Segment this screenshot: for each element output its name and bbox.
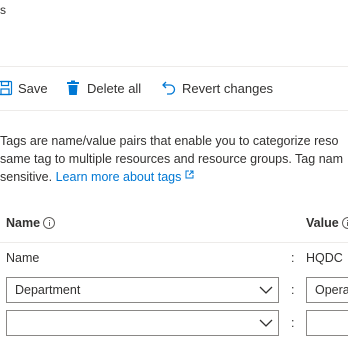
save-label: Save [18, 80, 48, 96]
tag-value-text: HQDC [306, 251, 343, 265]
chevron-down-icon [254, 311, 278, 335]
chevron-down-icon [254, 278, 278, 302]
tag-name-text: Name [6, 251, 40, 265]
tag-value-text: Opera [315, 283, 348, 297]
delete-all-label: Delete all [87, 80, 142, 96]
description-line: sensitive. [0, 170, 56, 184]
tag-name-value: Department [15, 283, 81, 297]
tag-separator: : [291, 251, 295, 265]
revert-changes-label: Revert changes [182, 80, 274, 96]
info-icon[interactable] [43, 217, 56, 229]
header-row-divider [0, 242, 348, 243]
description-line: same tag to multiple resources and resou… [0, 152, 344, 166]
delete-all-button[interactable]: Delete all [66, 80, 141, 96]
tag-value-input[interactable]: Opera [306, 277, 348, 303]
tag-separator: : [291, 316, 295, 330]
name-header-label: Name [6, 216, 41, 230]
save-icon [0, 80, 13, 96]
value-column-header: Value [306, 216, 348, 230]
tag-name-dropdown[interactable]: Department [6, 277, 279, 303]
tag-value-input[interactable] [306, 310, 348, 336]
undo-icon [162, 81, 176, 95]
value-header-label: Value [306, 216, 339, 230]
save-button[interactable]: Save [0, 80, 48, 96]
tag-separator: : [291, 283, 295, 297]
description-line: Tags are name/value pairs that enable yo… [0, 134, 339, 148]
external-link-icon [185, 170, 194, 179]
header-divider [0, 66, 348, 67]
learn-more-link[interactable]: Learn more about tags [56, 170, 182, 184]
tag-name-dropdown[interactable] [6, 310, 279, 336]
tags-description: Tags are name/value pairs that enable yo… [0, 132, 348, 186]
name-column-header: Name [6, 216, 56, 230]
page-title: s [0, 3, 6, 17]
revert-changes-button[interactable]: Revert changes [161, 80, 273, 96]
toolbar-divider [0, 110, 348, 111]
info-icon[interactable] [341, 217, 348, 229]
trash-icon [67, 80, 79, 95]
